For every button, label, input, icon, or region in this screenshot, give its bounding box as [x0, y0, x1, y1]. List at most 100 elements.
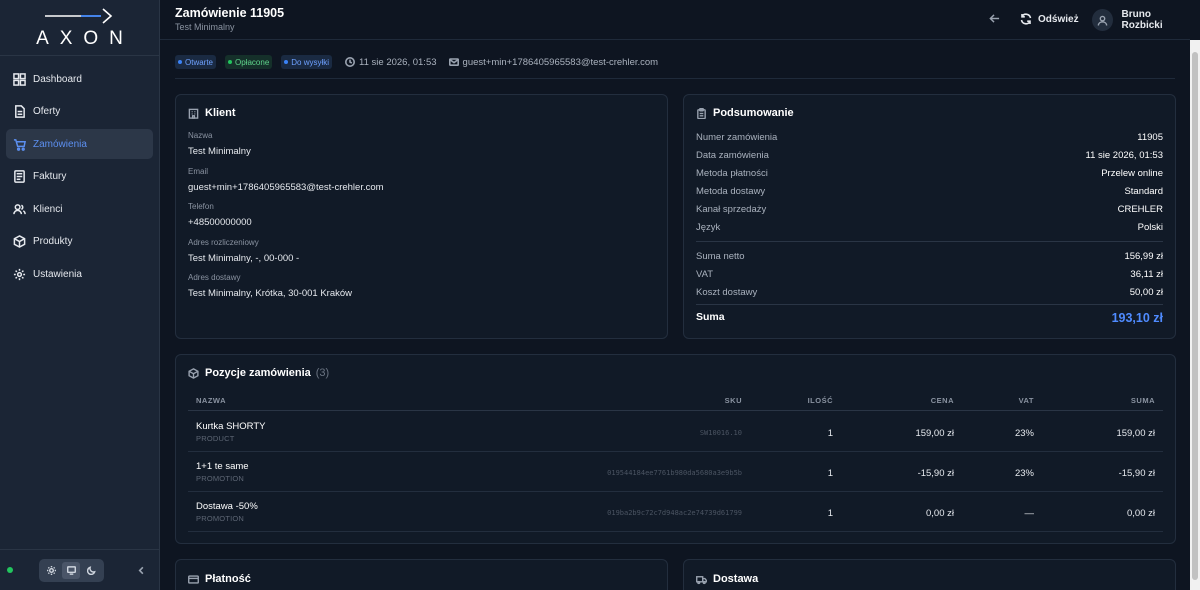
- sidebar-item-produkty[interactable]: Produkty: [6, 227, 153, 257]
- client-field-billing-address: Adres rozliczeniowy Test Minimalny, -, 00…: [188, 238, 299, 264]
- user-menu[interactable]: Bruno Rozbicki: [1092, 9, 1190, 31]
- sidebar-nav: Dashboard Oferty Zamówienia Faktury Klie…: [0, 56, 159, 289]
- summary-label: Koszt dostawy: [696, 287, 758, 298]
- order-meta-bar: Otwarte Opłacone Do wysyłki 11 sie 2026,…: [175, 55, 666, 69]
- item-type: PRODUCT: [196, 434, 235, 443]
- item-sku: 019ba2b9c72c7d948ac2e74739d61799: [607, 509, 742, 517]
- field-value: Test Minimalny: [188, 146, 251, 157]
- order-email-text: guest+min+1786405965583@test-crehler.com: [462, 56, 659, 68]
- document-icon: [13, 105, 26, 118]
- theme-switcher: [39, 558, 104, 582]
- column-header-name[interactable]: NAZWA: [196, 396, 226, 405]
- sidebar-footer: [0, 549, 160, 590]
- summary-label: Suma: [696, 311, 725, 323]
- order-items-title-text: Pozycje zamówienia: [205, 367, 311, 379]
- theme-dark-button[interactable]: [82, 562, 100, 579]
- client-title-text: Klient: [205, 107, 236, 119]
- badge-dot: [178, 60, 182, 64]
- online-status-dot: [7, 567, 13, 573]
- payment-card: Płatność: [175, 559, 668, 590]
- item-sum: -15,90 zł: [1118, 468, 1155, 479]
- order-items-card-title: Pozycje zamówienia (3): [188, 367, 329, 379]
- sidebar-item-oferty[interactable]: Oferty: [6, 97, 153, 127]
- sun-icon: [47, 565, 57, 575]
- column-header-quantity[interactable]: ILOŚĆ: [808, 396, 833, 405]
- badge-dot: [284, 60, 289, 64]
- item-sum: 159,00 zł: [1116, 428, 1155, 439]
- summary-label: Kanał sprzedaży: [696, 204, 767, 215]
- summary-value: Standard: [1124, 186, 1163, 197]
- truck-icon: [696, 575, 707, 584]
- dashboard-icon: [13, 72, 26, 86]
- users-icon: [13, 203, 26, 216]
- status-badge-open: Otwarte: [175, 55, 217, 69]
- page-scrollbar[interactable]: [1190, 40, 1200, 590]
- logo[interactable]: AXON: [0, 0, 159, 56]
- divider: [175, 78, 1175, 79]
- monitor-icon: [66, 565, 76, 575]
- scrollbar-thumb[interactable]: [1192, 52, 1198, 580]
- table-row[interactable]: Kurtka SHORTY PRODUCT SW10016.10 1 159,0…: [188, 412, 1163, 452]
- summary-label: VAT: [696, 269, 714, 280]
- back-button[interactable]: [989, 13, 1003, 27]
- summary-value: 156,99 zł: [1124, 251, 1163, 262]
- divider: [696, 241, 1163, 242]
- item-vat: 23%: [1014, 468, 1034, 479]
- summary-value: CREHLER: [1117, 204, 1163, 215]
- column-header-price[interactable]: CENA: [931, 396, 954, 405]
- item-quantity: 1: [827, 468, 833, 479]
- package-icon: [188, 367, 199, 379]
- mail-icon: [448, 58, 459, 66]
- item-vat: —: [1024, 508, 1035, 519]
- sidebar-item-klienci[interactable]: Klienci: [6, 194, 153, 224]
- divider: [696, 304, 1163, 305]
- theme-system-button[interactable]: [62, 561, 81, 579]
- chevron-left-icon: [138, 566, 143, 574]
- summary-card: Podsumowanie Numer zamówienia 11905 Data …: [683, 94, 1176, 339]
- column-header-sku[interactable]: SKU: [725, 396, 742, 405]
- grand-total-value: 193,10 zł: [1111, 311, 1163, 325]
- logo-text: AXON: [36, 27, 134, 49]
- theme-light-button[interactable]: [43, 562, 61, 579]
- summary-row-shipping-method: Metoda dostawy Standard: [696, 186, 1163, 197]
- refresh-button[interactable]: Odśwież: [1020, 13, 1079, 25]
- table-row[interactable]: Dostawa -50% PROMOTION 019ba2b9c72c7d948…: [188, 492, 1163, 532]
- summary-label: Data zamówienia: [696, 150, 769, 161]
- summary-row-sales-channel: Kanał sprzedaży CREHLER: [696, 204, 1163, 215]
- sidebar-item-label: Faktury: [33, 171, 67, 182]
- summary-title-text: Podsumowanie: [713, 107, 794, 119]
- sidebar-item-label: Produkty: [33, 236, 73, 247]
- client-field-phone: Telefon +48500000000: [188, 202, 252, 228]
- client-card-title: Klient: [188, 107, 236, 119]
- summary-row-order-date: Data zamówienia 11 sie 2026, 01:53: [696, 150, 1163, 161]
- badge-label: Opłacone: [235, 57, 270, 67]
- summary-label: Suma netto: [696, 251, 745, 262]
- table-row[interactable]: 1+1 te same PROMOTION 019544184ee7761b98…: [188, 452, 1163, 492]
- delivery-card: Dostawa: [683, 559, 1176, 590]
- summary-label: Język: [696, 222, 721, 233]
- order-email: guest+min+1786405965583@test-crehler.com: [448, 56, 659, 68]
- sidebar-item-dashboard[interactable]: Dashboard: [6, 64, 153, 94]
- refresh-label: Odśwież: [1038, 13, 1079, 25]
- item-type: PROMOTION: [196, 514, 245, 523]
- delivery-title-text: Dostawa: [713, 573, 759, 585]
- column-header-vat[interactable]: VAT: [1019, 396, 1034, 405]
- field-label: Email: [188, 167, 209, 176]
- sidebar-item-ustawienia[interactable]: Ustawienia: [6, 259, 153, 289]
- page-subtitle: Test Minimalny: [175, 22, 235, 32]
- sidebar-item-label: Klienci: [33, 203, 63, 215]
- box-icon: [13, 235, 26, 248]
- summary-row-shipping-cost: Koszt dostawy 50,00 zł: [696, 287, 1163, 298]
- sidebar-item-label: Zamówienia: [33, 138, 87, 150]
- building-icon: [188, 108, 199, 119]
- gear-icon: [13, 268, 26, 281]
- arrow-left-icon: [989, 14, 1000, 23]
- field-value: Test Minimalny, -, 00-000 -: [188, 253, 300, 264]
- item-price: -15,90 zł: [917, 468, 954, 479]
- sidebar-item-faktury[interactable]: Faktury: [6, 162, 153, 192]
- collapse-sidebar-button[interactable]: [134, 563, 148, 577]
- sidebar-item-zamowienia[interactable]: Zamówienia: [6, 129, 153, 159]
- column-header-sum[interactable]: SUMA: [1131, 396, 1155, 405]
- item-vat: 23%: [1014, 428, 1034, 439]
- sidebar: AXON Dashboard Oferty Zamówienia Faktury…: [0, 0, 160, 590]
